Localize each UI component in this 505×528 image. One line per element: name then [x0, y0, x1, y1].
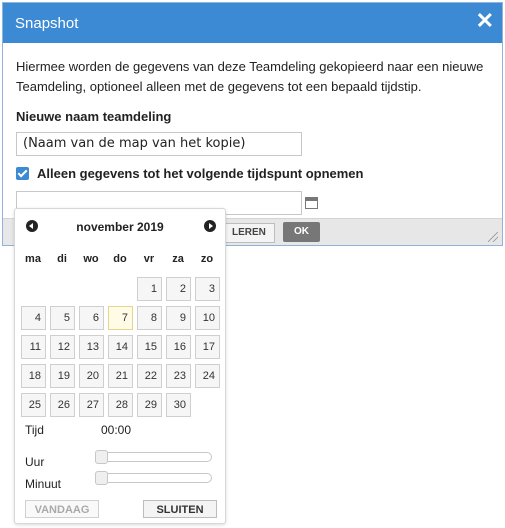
- calendar-day[interactable]: 3: [195, 277, 220, 301]
- minute-slider[interactable]: [95, 471, 212, 485]
- datepicker: november 2019 ma di wo do vr za zo 1 2 3 4 5 6 7 8 9 10 1…: [14, 208, 226, 524]
- calendar-day[interactable]: 22: [137, 364, 162, 388]
- calendar-day[interactable]: 19: [50, 364, 75, 388]
- minute-label: Minuut: [25, 477, 62, 491]
- calendar-day[interactable]: 6: [79, 306, 104, 330]
- calendar-day[interactable]: 9: [166, 306, 191, 330]
- calendar-day[interactable]: 26: [50, 393, 75, 417]
- resize-grip-icon[interactable]: [488, 232, 498, 242]
- weekday-ma: ma: [25, 253, 41, 265]
- calendar-day[interactable]: 24: [195, 364, 220, 388]
- dialog-title: Snapshot: [15, 15, 79, 32]
- calendar-day[interactable]: 8: [137, 306, 162, 330]
- calendar-day[interactable]: 18: [21, 364, 46, 388]
- weekday-vr: vr: [143, 253, 155, 265]
- weekday-za: za: [172, 253, 184, 265]
- calendar-day[interactable]: 12: [50, 335, 75, 359]
- calendar-day[interactable]: 23: [166, 364, 191, 388]
- calendar-day[interactable]: 5: [50, 306, 75, 330]
- calendar-day[interactable]: 20: [79, 364, 104, 388]
- calendar-day[interactable]: 15: [137, 335, 162, 359]
- only-until-label: Alleen gegevens tot het volgende tijdspu…: [37, 166, 364, 181]
- dialog-body: Hiermee worden de gegevens van deze Team…: [3, 43, 502, 215]
- calendar-day[interactable]: 1: [137, 277, 162, 301]
- calendar-day[interactable]: 29: [137, 393, 162, 417]
- next-month-icon[interactable]: [204, 220, 216, 232]
- weekday-do: do: [113, 253, 127, 265]
- calendar-day[interactable]: 30: [166, 393, 191, 417]
- hour-slider[interactable]: [95, 450, 212, 464]
- new-name-label: Nieuwe naam teamdeling: [16, 109, 172, 124]
- calendar-day[interactable]: 4: [21, 306, 46, 330]
- calendar-day[interactable]: 2: [166, 277, 191, 301]
- calendar-day[interactable]: 14: [108, 335, 133, 359]
- calendar-day[interactable]: 27: [79, 393, 104, 417]
- calendar-day[interactable]: 17: [195, 335, 220, 359]
- dialog-titlebar: Snapshot ✕: [3, 3, 502, 43]
- calendar-day[interactable]: 28: [108, 393, 133, 417]
- calendar-icon[interactable]: [305, 197, 318, 209]
- month-label: november 2019: [76, 220, 164, 234]
- hour-slider-handle[interactable]: [95, 450, 108, 464]
- weekday-wo: wo: [83, 253, 99, 265]
- cancel-button[interactable]: LEREN: [221, 223, 275, 243]
- time-label: Tijd: [25, 423, 44, 437]
- calendar-day[interactable]: 25: [21, 393, 46, 417]
- dialog-description: Hiermee worden de gegevens van deze Team…: [16, 59, 484, 94]
- close-datepicker-button[interactable]: SLUITEN: [143, 500, 217, 518]
- calendar-day[interactable]: 10: [195, 306, 220, 330]
- ok-button[interactable]: OK: [283, 222, 320, 242]
- calendar-day[interactable]: 21: [108, 364, 133, 388]
- calendar-day[interactable]: 16: [166, 335, 191, 359]
- datepicker-header: november 2019: [15, 217, 225, 237]
- weekday-di: di: [57, 253, 67, 265]
- calendar-day-today[interactable]: 7: [108, 306, 133, 330]
- time-value: 00:00: [101, 423, 132, 437]
- minute-slider-handle[interactable]: [95, 471, 108, 485]
- hour-label: Uur: [25, 455, 45, 469]
- today-button[interactable]: VANDAAG: [25, 500, 99, 518]
- weekday-zo: zo: [200, 253, 214, 265]
- new-name-input[interactable]: (Naam van de map van het kopie): [16, 132, 302, 156]
- close-icon[interactable]: ✕: [476, 9, 494, 33]
- calendar-day[interactable]: 13: [79, 335, 104, 359]
- only-until-checkbox[interactable]: [16, 167, 29, 180]
- only-until-row[interactable]: Alleen gegevens tot het volgende tijdspu…: [16, 166, 489, 181]
- calendar-day[interactable]: 11: [21, 335, 46, 359]
